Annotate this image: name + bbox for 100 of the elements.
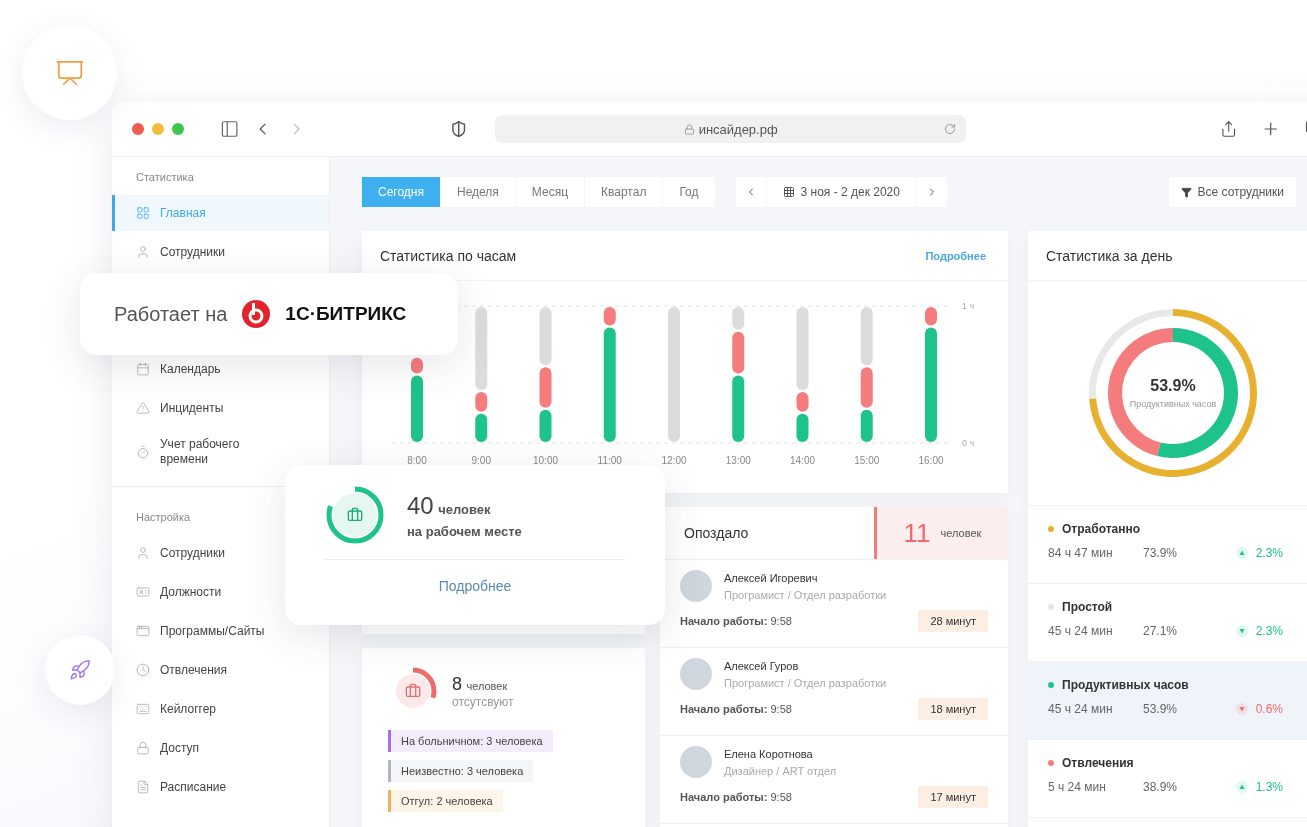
url-text: инсайдер.рф <box>698 121 778 137</box>
legend-name: Отработанно <box>1062 522 1141 536</box>
legend-change: 0.6% <box>1255 702 1283 716</box>
legend-row[interactable]: Продуктивных часов 45 ч 24 мин 53.9% 0.6% <box>1028 662 1307 740</box>
axis-label: 14:00 <box>790 455 815 466</box>
period-tab[interactable]: Год <box>663 177 715 207</box>
center-value: 53.9% <box>1149 377 1197 395</box>
calendar-grid-icon <box>782 186 795 198</box>
late-count: 11 <box>903 517 931 549</box>
sidebar-item[interactable]: Учет рабочего времени <box>112 437 278 467</box>
absent-label: отсутсвуют <box>452 694 514 709</box>
warning-icon <box>136 401 150 415</box>
reason-tag: Отгул: 2 человека <box>388 790 503 812</box>
axis-label: 8:00 <box>407 455 427 466</box>
person-role: Програмист / Отдел разработки <box>724 676 887 689</box>
delay-badge: 17 минут <box>918 786 988 808</box>
filter-icon <box>1180 186 1192 198</box>
stopwatch-icon <box>136 445 150 459</box>
reason-tag: Неизвестно: 3 человека <box>388 760 534 782</box>
axis-label: 11:00 <box>597 455 622 466</box>
sidebar-item[interactable]: Кейлоггер <box>112 699 224 719</box>
start-time: Начало работы: 9:58 <box>680 703 792 715</box>
document-icon <box>136 780 150 794</box>
present-count: 40 <box>407 491 434 519</box>
shield-icon[interactable] <box>450 120 468 138</box>
keyboard-icon <box>136 702 150 716</box>
person-name: Елена Коротнова <box>724 747 814 760</box>
axis-label: 1 ч <box>962 301 975 311</box>
delay-badge: 18 минут <box>918 698 988 720</box>
legend-row[interactable]: Простой 45 ч 24 мин 27.1% 2.3% <box>1028 584 1307 662</box>
filter-button[interactable]: Все сотрудники <box>1168 177 1296 207</box>
id-card-icon <box>136 585 150 599</box>
briefcase-icon <box>406 684 420 697</box>
person-name: Алексей Гуров <box>724 659 800 672</box>
sidebar-item[interactable]: Программы/Сайты <box>112 621 273 641</box>
minimize-dot[interactable] <box>152 123 164 135</box>
legend-percent: 38.9% <box>1143 780 1179 794</box>
axis-label: 12:00 <box>661 455 687 466</box>
unit-label: человек <box>438 501 491 517</box>
bar <box>860 409 873 442</box>
person-role: Дизайнер / ART отдел <box>724 764 837 777</box>
sidebar-item[interactable]: Доступ <box>112 738 208 758</box>
sidebar-item[interactable]: Инциденты <box>112 398 232 418</box>
legend-name: Простой <box>1062 600 1113 614</box>
start-time: Начало работы: 9:58 <box>680 615 792 627</box>
bar <box>539 409 552 442</box>
sidebar-icon[interactable] <box>220 119 240 139</box>
start-time: Начало работы: 9:58 <box>680 791 792 803</box>
axis-label: 9:00 <box>471 455 491 466</box>
section-title: Статистика <box>135 170 195 185</box>
clock-icon <box>136 663 150 677</box>
legend-percent: 73.9% <box>1143 546 1179 560</box>
avatar <box>680 746 712 778</box>
card-title: Статистика по часам <box>380 247 517 264</box>
maximize-dot[interactable] <box>172 123 184 135</box>
bar <box>796 413 809 442</box>
legend-row[interactable]: Отвлечения 5 ч 24 мин 38.9% 1.3% <box>1028 740 1307 818</box>
sidebar-item[interactable]: Должности <box>112 582 230 602</box>
bar <box>475 413 488 442</box>
unit-label: человек <box>466 679 508 692</box>
user-icon <box>136 546 150 560</box>
rocket-icon <box>69 659 91 681</box>
legend-row[interactable]: Отработанно 84 ч 47 мин 73.9% 2.3% <box>1028 506 1307 584</box>
reason-tag: На больничном: 3 человека <box>388 730 553 752</box>
briefcase-icon <box>348 508 362 521</box>
grid-icon <box>136 206 150 220</box>
legend-percent: 53.9% <box>1143 702 1179 716</box>
legend-time: 5 ч 24 мин <box>1048 780 1107 794</box>
sidebar-item[interactable]: Расписание <box>112 777 235 797</box>
lock-icon <box>136 741 150 755</box>
axis-label: 10:00 <box>533 455 558 466</box>
date-range-button[interactable]: 3 ноя - 2 дек 2020 <box>766 177 916 207</box>
logo-icon <box>241 299 272 329</box>
legend-name: Отвлечения <box>1062 756 1134 770</box>
more-link[interactable]: Подробнее <box>325 578 625 594</box>
period-tab[interactable]: Месяц <box>515 177 585 207</box>
legend-time: 84 ч 47 мин <box>1048 546 1114 560</box>
close-dot[interactable] <box>132 123 144 135</box>
person-name: Алексей Игоревич <box>724 571 819 584</box>
axis-label: 13:00 <box>725 455 751 466</box>
address-bar[interactable]: инсайдер.рф <box>495 115 966 143</box>
period-tab[interactable]: Неделя <box>441 177 515 207</box>
absent-count: 8 <box>452 673 462 694</box>
legend-change: 1.3% <box>1255 780 1283 794</box>
delay-badge: 28 минут <box>918 610 988 632</box>
card-title: Опоздало <box>683 525 750 541</box>
sidebar-item[interactable]: Сотрудники <box>112 242 233 262</box>
share-icon[interactable] <box>1219 120 1238 138</box>
sidebar-item[interactable]: Сотрудники <box>112 543 233 563</box>
sidebar-item[interactable]: Отвлечения <box>112 660 235 680</box>
lock-icon <box>683 123 695 135</box>
reload-icon[interactable] <box>943 123 956 135</box>
powered-label: Работает на <box>114 302 228 326</box>
avatar <box>680 658 712 690</box>
avatar <box>680 570 712 602</box>
legend-name: Продуктивных часов <box>1062 678 1189 692</box>
period-tab[interactable]: Квартал <box>585 177 663 207</box>
sidebar-item[interactable]: Календарь <box>112 359 229 379</box>
axis-label: 16:00 <box>918 455 944 466</box>
legend-change: 2.3% <box>1255 546 1283 560</box>
